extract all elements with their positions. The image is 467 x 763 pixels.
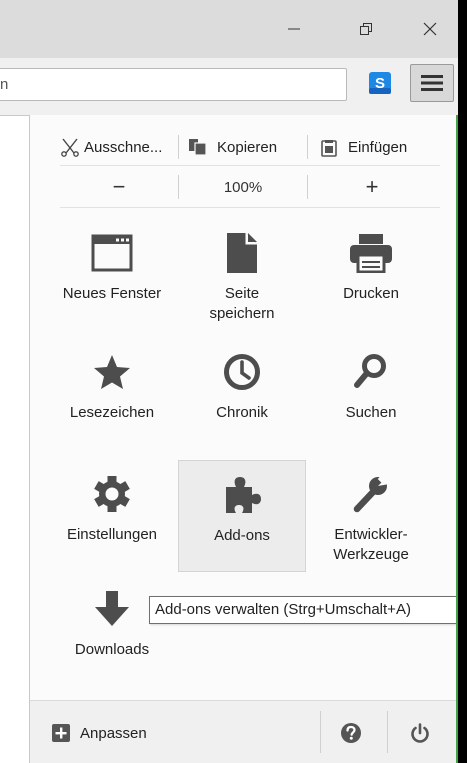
customize-label: Anpassen — [80, 724, 147, 742]
restore-button[interactable] — [343, 12, 389, 46]
gear-icon — [48, 470, 176, 518]
cut-label: Ausschne... — [84, 138, 163, 156]
history-label: Chronik — [216, 404, 268, 421]
bookmarks-button[interactable]: Lesezeichen — [48, 338, 176, 450]
window-icon — [48, 229, 176, 277]
addons-label: Add-ons — [214, 527, 270, 544]
zoom-in-label: + — [365, 174, 379, 199]
url-text: n — [0, 76, 9, 93]
customize-button[interactable]: Anpassen — [52, 723, 147, 743]
developer-tools-button[interactable]: Entwickler-Werkzeuge — [307, 460, 435, 572]
star-icon — [48, 348, 176, 396]
separator — [387, 711, 388, 753]
paste-label: Einfügen — [348, 138, 408, 156]
close-button[interactable] — [407, 12, 453, 46]
copy-icon — [189, 139, 207, 156]
search-icon — [307, 348, 435, 396]
restore-icon — [360, 23, 372, 35]
cut-button[interactable]: Ausschne... — [60, 134, 178, 160]
edit-controls: Ausschne... Kopieren Einfügen — [60, 129, 440, 166]
addons-button[interactable]: Add-ons — [178, 460, 306, 572]
zoom-in-button[interactable]: + — [308, 172, 436, 202]
save-page-button[interactable]: Seite speichern — [178, 219, 306, 331]
search-label: Suchen — [345, 404, 397, 421]
quit-button[interactable] — [407, 720, 433, 746]
paste-button[interactable]: Einfügen — [308, 134, 407, 160]
addons-tooltip: Add-ons verwalten (Strg+Umschalt+A) — [149, 596, 458, 624]
plus-box-icon — [52, 724, 70, 742]
page-icon — [178, 229, 306, 277]
developer-tools-label: Entwickler-Werkzeuge — [333, 526, 409, 563]
history-button[interactable]: Chronik — [178, 338, 306, 450]
bookmarks-label: Lesezeichen — [69, 404, 155, 421]
extension-button[interactable]: S — [367, 70, 393, 96]
save-page-label: Seite speichern — [209, 285, 275, 322]
close-icon — [423, 22, 437, 36]
wrench-icon — [307, 470, 435, 518]
settings-label: Einstellungen — [66, 526, 158, 543]
menu-footer: Anpassen — [30, 700, 458, 763]
browser-window: n S Ausschne... Kopieren Einfügen − 100%… — [0, 0, 462, 763]
zoom-level: 100% — [223, 178, 263, 196]
print-label: Drucken — [343, 285, 399, 302]
zoom-controls: − 100% + — [60, 167, 440, 208]
print-button[interactable]: Drucken — [307, 219, 435, 331]
minimize-icon — [288, 28, 300, 30]
copy-button[interactable]: Kopieren — [179, 134, 307, 160]
search-button[interactable]: Suchen — [307, 338, 435, 450]
scissors-icon — [61, 138, 79, 157]
new-window-button[interactable]: Neues Fenster — [48, 219, 176, 331]
help-icon — [341, 723, 361, 743]
main-menu-panel: Ausschne... Kopieren Einfügen − 100% + N… — [29, 115, 458, 763]
zoom-out-label: − — [112, 174, 126, 199]
title-bar — [0, 0, 458, 58]
extension-letter: S — [375, 75, 385, 92]
extension-s-icon: S — [369, 72, 391, 94]
separator — [320, 711, 321, 753]
open-menu-button[interactable] — [410, 64, 454, 102]
copy-label: Kopieren — [217, 138, 278, 156]
hamburger-icon — [421, 75, 443, 91]
printer-icon — [307, 229, 435, 277]
navigation-toolbar: n S — [0, 58, 458, 116]
minimize-button[interactable] — [271, 12, 317, 46]
puzzle-icon — [179, 471, 305, 519]
downloads-label: Downloads — [74, 641, 150, 658]
help-button[interactable] — [338, 720, 364, 746]
settings-button[interactable]: Einstellungen — [48, 460, 176, 572]
power-icon — [411, 723, 429, 743]
zoom-out-button[interactable]: − — [60, 172, 178, 202]
screen-edge — [458, 0, 462, 763]
downloads-button[interactable]: Downloads — [48, 575, 176, 687]
url-bar[interactable]: n — [0, 68, 347, 101]
clock-icon — [178, 348, 306, 396]
new-window-label: Neues Fenster — [62, 285, 162, 302]
paste-icon — [321, 140, 337, 157]
zoom-reset-button[interactable]: 100% — [179, 172, 307, 202]
